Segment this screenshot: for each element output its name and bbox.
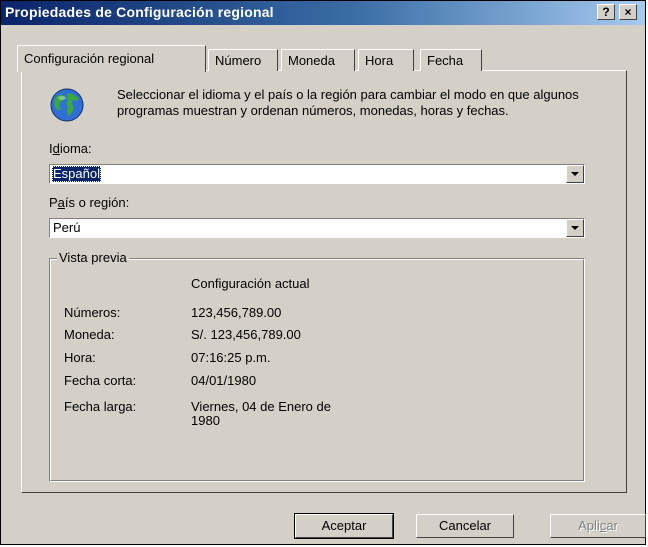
label-accelerator: d <box>52 141 60 156</box>
help-button[interactable]: ? <box>597 4 615 20</box>
preview-value-fecha-corta: 04/01/1980 <box>191 373 257 388</box>
regional-settings-dialog: Propiedades de Configuración regional ? … <box>0 0 646 545</box>
preview-value-numeros: 123,456,789.00 <box>191 305 282 320</box>
preview-legend: Vista previa <box>57 250 129 265</box>
region-label: País o región: <box>49 195 129 210</box>
label-part: ís o región: <box>64 195 130 210</box>
label-part: ioma: <box>59 141 92 156</box>
chevron-down-icon[interactable] <box>566 219 584 237</box>
preview-group <box>49 258 585 482</box>
preview-key-fecha-larga: Fecha larga: <box>64 399 137 414</box>
preview-header: Configuración actual <box>191 276 310 291</box>
tab-label: Hora <box>365 53 394 68</box>
button-label-part: Apli <box>578 518 600 533</box>
chevron-down-icon[interactable] <box>566 165 584 183</box>
tab-label: Fecha <box>427 53 464 68</box>
label-part: P <box>49 195 58 210</box>
globe-icon <box>50 88 84 122</box>
tab-fecha[interactable]: Fecha <box>420 49 482 71</box>
preview-value-fecha-larga-cont: 1980 <box>191 413 220 428</box>
tab-moneda[interactable]: Moneda <box>281 49 355 71</box>
tab-numero[interactable]: Número <box>208 49 278 71</box>
tab-configuracion-regional[interactable]: Configuración regional <box>17 45 206 72</box>
cancel-button[interactable]: Cancelar <box>416 514 514 538</box>
accept-button[interactable]: Aceptar <box>294 513 394 539</box>
intro-text: Seleccionar el idioma y el país o la reg… <box>117 87 579 118</box>
idioma-value: Español <box>52 166 101 182</box>
preview-key-moneda: Moneda: <box>64 327 115 342</box>
tab-label: Número <box>215 53 262 68</box>
label-accelerator: a <box>57 195 65 210</box>
title-bar[interactable]: Propiedades de Configuración regional ? … <box>1 1 645 25</box>
button-label-part: ar <box>606 518 618 533</box>
tab-hora[interactable]: Hora <box>358 49 414 71</box>
region-value: Perú <box>53 220 81 235</box>
idioma-select[interactable]: Español <box>49 164 585 184</box>
window-title: Propiedades de Configuración regional <box>5 4 274 20</box>
idioma-label: Idioma: <box>49 141 92 156</box>
region-select[interactable]: Perú <box>49 218 585 238</box>
preview-key-numeros: Números: <box>64 305 121 320</box>
apply-button[interactable]: Aplicar <box>550 514 646 538</box>
preview-value-moneda: S/. 123,456,789.00 <box>191 327 301 342</box>
preview-key-hora: Hora: <box>64 350 96 365</box>
tab-label: Configuración regional <box>24 51 155 66</box>
preview-value-hora: 07:16:25 p.m. <box>191 350 271 365</box>
preview-value-fecha-larga: Viernes, 04 de Enero de <box>191 399 331 414</box>
preview-key-fecha-corta: Fecha corta: <box>64 373 137 388</box>
tab-label: Moneda <box>288 53 335 68</box>
close-button[interactable]: × <box>619 4 637 20</box>
